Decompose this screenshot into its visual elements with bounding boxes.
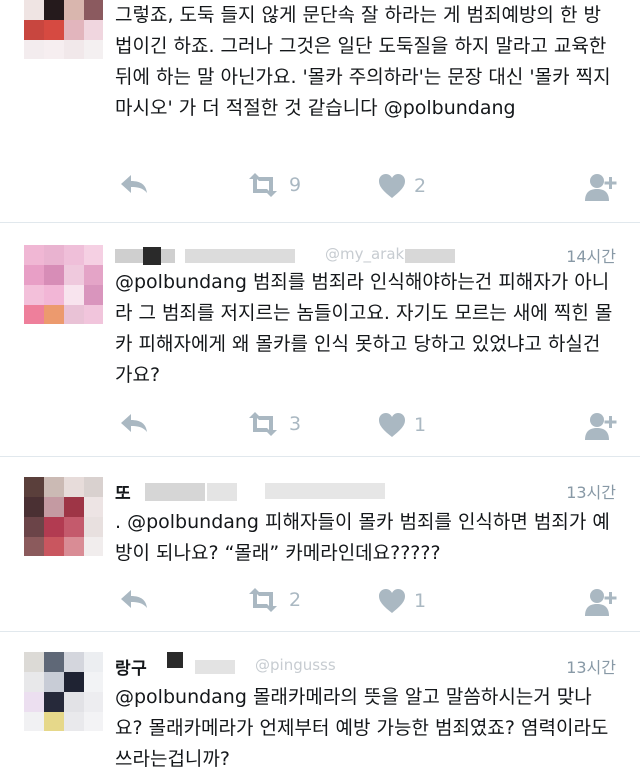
redacted-name <box>167 652 183 668</box>
tweet-text: @polbundang 범죄를 범죄라 인식해야하는건 피해자가 아니라 그 범… <box>115 271 613 386</box>
timestamp[interactable]: 14시간 <box>566 243 616 267</box>
tweet-3[interactable]: 또 13시간 . @polbundang 피해자들이 몰카 범죄를 인식하면 범… <box>0 457 640 631</box>
tweet-1[interactable]: 그렇죠, 도둑 들지 않게 문단속 잘 하라는 게 범죄예방의 한 방법이긴 하… <box>0 0 640 222</box>
like-count: 1 <box>414 414 427 436</box>
retweet-count: 3 <box>289 413 302 435</box>
retweet-button[interactable]: 9 <box>245 173 301 197</box>
tweet-text: 그렇죠, 도둑 들지 않게 문단속 잘 하라는 게 범죄예방의 한 방법이긴 하… <box>115 4 611 119</box>
tweet-actions: 3 1 <box>115 412 625 442</box>
like-icon <box>379 589 405 613</box>
follow-button[interactable] <box>585 412 619 440</box>
follow-icon <box>585 413 617 440</box>
tweet-4[interactable]: 랑구 @pingusss 13시간 @polbundang 몰래카메라의 뜻을 … <box>0 632 640 777</box>
follow-icon <box>585 174 617 201</box>
redacted-handle <box>265 483 385 499</box>
tweet-text: @polbundang 몰래카메라의 뜻을 알고 말씀하시는거 맞나요? 몰래카… <box>115 686 609 770</box>
user-handle[interactable]: @my_arak <box>325 245 404 263</box>
timestamp[interactable]: 13시간 <box>566 479 616 503</box>
follow-button[interactable] <box>585 173 619 201</box>
tweet-header: @my_arak 14시간 <box>115 243 616 267</box>
redacted-name <box>185 249 295 263</box>
avatar[interactable] <box>24 477 103 556</box>
tweet-2[interactable]: @my_arak 14시간 @polbundang 범죄를 범죄라 인식해야하는… <box>0 223 640 456</box>
retweet-icon <box>249 588 277 612</box>
tweet-text: . @polbundang 피해자들이 몰카 범죄를 인식하면 범죄가 예방이 … <box>115 511 610 564</box>
reply-button[interactable] <box>119 588 149 610</box>
like-button[interactable]: 1 <box>378 412 426 438</box>
user-handle[interactable]: @pingusss <box>255 656 336 674</box>
timestamp[interactable]: 13시간 <box>566 654 616 678</box>
avatar[interactable] <box>24 652 103 731</box>
user-name[interactable]: 랑구 <box>115 654 147 679</box>
retweet-count: 9 <box>289 174 302 196</box>
like-count: 1 <box>414 590 427 612</box>
retweet-button[interactable]: 3 <box>245 412 301 436</box>
retweet-icon <box>249 173 277 197</box>
redacted-name <box>195 660 235 674</box>
tweet-actions: 9 2 <box>115 173 625 203</box>
avatar[interactable] <box>24 0 103 59</box>
retweet-count: 2 <box>289 589 302 611</box>
retweet-icon <box>249 412 277 436</box>
reply-icon <box>121 414 147 432</box>
like-button[interactable]: 1 <box>378 588 426 614</box>
follow-button[interactable] <box>585 588 619 616</box>
tweet-actions: 2 1 <box>115 588 625 618</box>
like-count: 2 <box>414 175 427 197</box>
redacted-name <box>207 483 237 501</box>
redacted-handle <box>405 249 455 263</box>
like-icon <box>379 174 405 198</box>
reply-icon <box>121 590 147 608</box>
like-icon <box>379 413 405 437</box>
user-name[interactable]: 또 <box>115 479 131 504</box>
tweet-header: 랑구 @pingusss 13시간 <box>115 652 616 679</box>
follow-icon <box>585 589 617 616</box>
retweet-button[interactable]: 2 <box>245 588 301 612</box>
reply-button[interactable] <box>119 173 149 195</box>
avatar[interactable] <box>24 245 103 324</box>
tweet-header: 또 13시간 <box>115 479 616 504</box>
like-button[interactable]: 2 <box>378 173 426 199</box>
redacted-name <box>143 247 161 265</box>
redacted-name <box>145 483 205 501</box>
reply-icon <box>121 175 147 193</box>
reply-button[interactable] <box>119 412 149 434</box>
